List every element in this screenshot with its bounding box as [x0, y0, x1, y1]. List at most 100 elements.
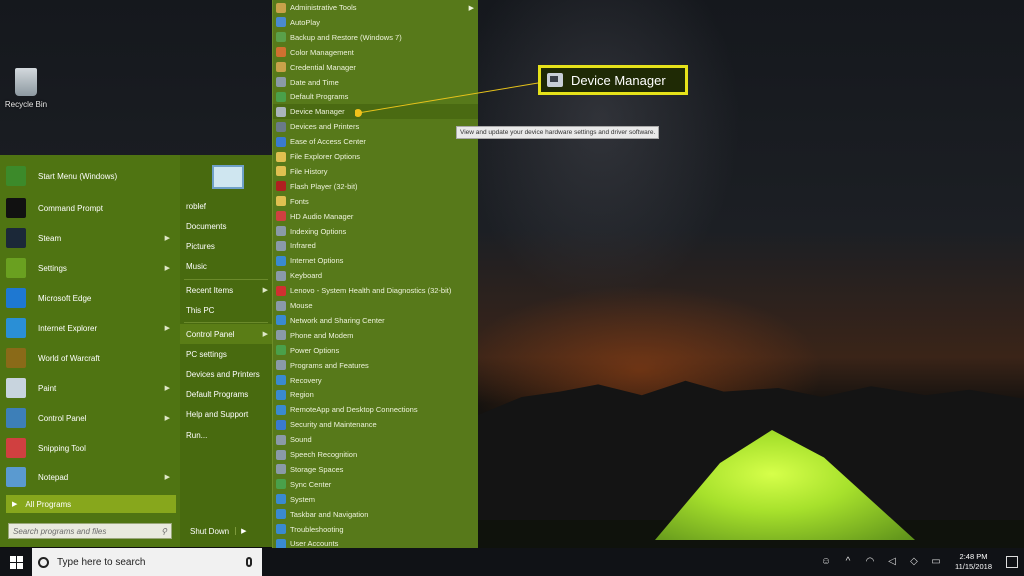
control-panel-item[interactable]: Date and Time [273, 75, 478, 90]
control-panel-item-icon [276, 419, 286, 430]
start-button[interactable] [0, 548, 32, 576]
place-devices-printers[interactable]: Devices and Printers [180, 364, 272, 384]
control-panel-item[interactable]: Mouse [273, 298, 478, 313]
place-user[interactable]: roblef [180, 196, 272, 216]
place-run[interactable]: Run... [180, 425, 272, 445]
control-panel-item-label: Security and Maintenance [290, 420, 377, 430]
program-item[interactable]: Start Menu (Windows) [6, 163, 176, 189]
program-item[interactable]: World of Warcraft [6, 345, 176, 371]
control-panel-item[interactable]: Recovery [273, 373, 478, 388]
control-panel-item[interactable]: Default Programs [273, 89, 478, 104]
control-panel-item[interactable]: Color Management [273, 45, 478, 60]
system-tray: ☺ ^ ◠ ◁ ◇ ▭ 2:48 PM 11/15/2018 [815, 548, 1018, 576]
control-panel-item[interactable]: Internet Options [273, 253, 478, 268]
program-label: Paint [38, 383, 57, 393]
control-panel-item[interactable]: Keyboard [273, 268, 478, 283]
wifi-icon[interactable]: ◠ [864, 556, 876, 568]
place-recent-items[interactable]: Recent Items ▶ [180, 280, 272, 300]
volume-icon[interactable]: ◁ [886, 556, 898, 568]
places-divider [184, 322, 268, 323]
control-panel-item[interactable]: Credential Manager [273, 60, 478, 75]
internet-explorer-icon [6, 318, 26, 338]
chevron-up-icon[interactable]: ^ [842, 556, 854, 568]
notifications-icon[interactable] [1006, 556, 1018, 568]
control-panel-item-label: Flash Player (32-bit) [290, 181, 358, 191]
place-this-pc[interactable]: This PC [180, 300, 272, 320]
control-panel-item[interactable]: Lenovo - System Health and Diagnostics (… [273, 283, 478, 298]
control-panel-item[interactable]: File Explorer Options [273, 149, 478, 164]
control-panel-item[interactable]: Infrared [273, 238, 478, 253]
chevron-right-icon[interactable]: ▶ [235, 527, 251, 535]
place-pictures[interactable]: Pictures [180, 236, 272, 256]
start-menu-search-input[interactable]: Search programs and files ⚲ [8, 523, 172, 539]
program-item[interactable]: Snipping Tool [6, 435, 176, 461]
control-panel-item-label: Credential Manager [290, 62, 356, 72]
control-panel-item[interactable]: Devices and Printers [273, 119, 478, 134]
place-pc-settings[interactable]: PC settings [180, 344, 272, 364]
control-panel-item[interactable]: AutoPlay [273, 15, 478, 30]
control-panel-item[interactable]: Phone and Modem [273, 328, 478, 343]
place-default-programs[interactable]: Default Programs [180, 384, 272, 404]
program-item[interactable]: Paint ▶ [6, 375, 176, 401]
control-panel-item[interactable]: Administrative Tools ▶ [273, 0, 478, 15]
battery-icon[interactable]: ▭ [930, 556, 942, 568]
microphone-icon[interactable] [246, 557, 252, 567]
program-item[interactable]: Steam ▶ [6, 225, 176, 251]
device-manager-tooltip: View and update your device hardware set… [456, 126, 660, 139]
clock-date: 11/15/2018 [955, 562, 992, 571]
control-panel-item[interactable]: HD Audio Manager [273, 209, 478, 224]
control-panel-item-icon [276, 449, 286, 460]
place-music[interactable]: Music [180, 256, 272, 276]
control-panel-item-icon [276, 2, 286, 13]
shutdown-label: Shut Down [190, 526, 230, 536]
taskbar-clock[interactable]: 2:48 PM 11/15/2018 [955, 552, 992, 572]
control-panel-item[interactable]: Sound [273, 432, 478, 447]
shutdown-button[interactable]: Shut Down ▶ [184, 523, 268, 539]
control-panel-item-label: Storage Spaces [290, 464, 344, 474]
control-panel-item[interactable]: Programs and Features [273, 358, 478, 373]
program-item[interactable]: Notepad ▶ [6, 464, 176, 490]
control-panel-item[interactable]: Ease of Access Center [273, 134, 478, 149]
dropbox-icon[interactable]: ◇ [908, 556, 920, 568]
control-panel-item[interactable]: Region [273, 387, 478, 402]
program-item[interactable]: Microsoft Edge [6, 285, 176, 311]
place-default-programs-label: Default Programs [186, 389, 249, 399]
control-panel-item-icon [276, 360, 286, 371]
control-panel-item-icon [276, 494, 286, 505]
control-panel-item-icon [276, 389, 286, 400]
people-icon[interactable]: ☺ [820, 556, 832, 568]
control-panel-item-label: Devices and Printers [290, 122, 360, 132]
control-panel-item[interactable]: Power Options [273, 343, 478, 358]
control-panel-item[interactable]: Sync Center [273, 477, 478, 492]
control-panel-item[interactable]: Backup and Restore (Windows 7) [273, 30, 478, 45]
control-panel-item[interactable]: Speech Recognition [273, 447, 478, 462]
program-item[interactable]: Internet Explorer ▶ [6, 315, 176, 341]
place-documents-label: Documents [186, 221, 227, 231]
control-panel-item[interactable]: Network and Sharing Center [273, 313, 478, 328]
control-panel-item[interactable]: Fonts [273, 194, 478, 209]
control-panel-item-icon [276, 77, 286, 87]
all-programs-button[interactable]: ▶ All Programs [6, 495, 176, 513]
control-panel-item[interactable]: Indexing Options [273, 224, 478, 239]
control-panel-item[interactable]: Storage Spaces [273, 462, 478, 477]
recycle-bin-desktop-icon[interactable]: Recycle Bin [2, 68, 50, 109]
control-panel-item[interactable]: RemoteApp and Desktop Connections [273, 402, 478, 417]
taskbar-search-box[interactable]: Type here to search [32, 548, 262, 576]
user-picture[interactable] [212, 165, 244, 189]
place-documents[interactable]: Documents [180, 216, 272, 236]
control-panel-item[interactable]: Device Manager [273, 104, 478, 120]
program-label: Command Prompt [38, 203, 103, 213]
place-control-panel[interactable]: Control Panel ▶ [180, 324, 272, 344]
device-manager-callout: Device Manager [538, 65, 688, 95]
control-panel-item[interactable]: Troubleshooting [273, 522, 478, 537]
program-item[interactable]: Control Panel ▶ [6, 405, 176, 431]
control-panel-item[interactable]: System [273, 492, 478, 507]
control-panel-item[interactable]: Security and Maintenance [273, 417, 478, 432]
control-panel-item-icon [276, 196, 286, 207]
control-panel-item[interactable]: File History [273, 164, 478, 179]
program-item[interactable]: Settings ▶ [6, 255, 176, 281]
control-panel-item[interactable]: Flash Player (32-bit) [273, 179, 478, 194]
control-panel-item[interactable]: Taskbar and Navigation [273, 507, 478, 522]
program-item[interactable]: Command Prompt [6, 195, 176, 221]
place-help-support[interactable]: Help and Support [180, 404, 272, 424]
